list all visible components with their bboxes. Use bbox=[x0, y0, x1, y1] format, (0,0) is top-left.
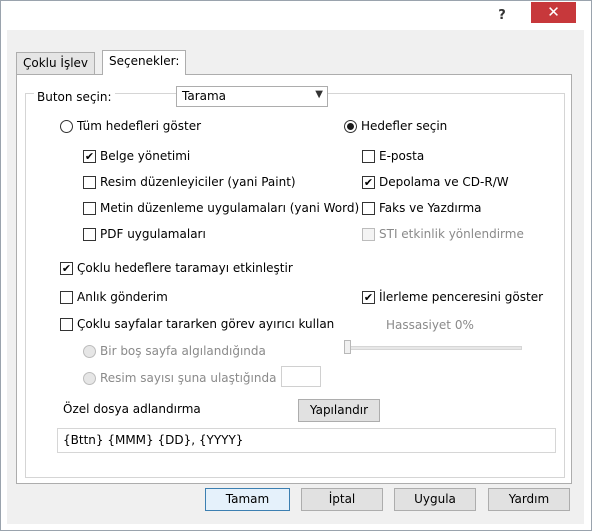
radio-all-targets[interactable] bbox=[60, 120, 73, 133]
image-editors-label: Resim düzenleyiciler (yani Paint) bbox=[100, 175, 296, 189]
radio-select-targets[interactable] bbox=[344, 120, 357, 133]
fax-print-label: Faks ve Yazdırma bbox=[379, 201, 482, 215]
pdf-apps-label: PDF uygulamaları bbox=[100, 227, 206, 241]
file-naming-label: Özel dosya adlandırma bbox=[63, 402, 201, 416]
checkbox-email[interactable] bbox=[362, 150, 375, 163]
document-management-label: Belge yönetimi bbox=[100, 149, 191, 163]
configure-button[interactable]: Yapılandır bbox=[298, 399, 380, 422]
button-select-label: Buton seçin: bbox=[34, 90, 115, 104]
help-title-button[interactable]: ? bbox=[485, 2, 519, 30]
sensitivity-slider-thumb[interactable] bbox=[344, 340, 351, 354]
close-button[interactable]: ✕ bbox=[531, 2, 576, 23]
radio-image-count[interactable] bbox=[83, 372, 96, 385]
sensitivity-slider[interactable] bbox=[346, 346, 522, 350]
file-naming-pattern[interactable]: {Bttn} {MMM} {DD}, {YYYY} bbox=[57, 428, 556, 453]
separator-label: Çoklu sayfalar tararken görev ayırıcı ku… bbox=[77, 317, 335, 331]
show-progress-label: İlerleme penceresini göster bbox=[379, 290, 544, 304]
close-icon: ✕ bbox=[547, 3, 560, 21]
multi-target-label: Çoklu hedeflere taramayı etkinleştir bbox=[77, 261, 293, 275]
checkbox-instant-send[interactable] bbox=[60, 291, 73, 304]
image-count-input[interactable] bbox=[281, 366, 321, 387]
blank-page-label: Bir boş sayfa algılandığında bbox=[100, 344, 266, 358]
sti-label: STI etkinlik yönlendirme bbox=[379, 227, 524, 241]
checkbox-pdf-apps[interactable] bbox=[83, 228, 96, 241]
button-select-value: Tarama bbox=[182, 89, 227, 103]
cancel-button[interactable]: İptal bbox=[301, 488, 383, 511]
checkbox-text-editors[interactable] bbox=[83, 202, 96, 215]
sensitivity-label: Hassasiyet 0% bbox=[386, 318, 474, 332]
radio-all-targets-label: Tüm hedefleri göster bbox=[77, 119, 202, 133]
chevron-down-icon: ▼ bbox=[315, 89, 323, 100]
apply-button[interactable]: Uygula bbox=[394, 488, 476, 511]
storage-label: Depolama ve CD-R/W bbox=[379, 175, 509, 189]
button-select-dropdown[interactable]: Tarama ▼ bbox=[176, 86, 328, 107]
title-bar: ? ✕ bbox=[1, 1, 591, 31]
email-label: E-posta bbox=[379, 149, 425, 163]
image-count-label: Resim sayısı şuna ulaştığında bbox=[100, 371, 277, 385]
options-panel bbox=[16, 74, 572, 484]
instant-send-label: Anlık gönderim bbox=[77, 290, 168, 304]
checkbox-separator[interactable] bbox=[60, 318, 73, 331]
checkbox-storage[interactable]: ✔ bbox=[362, 176, 375, 189]
text-editors-label: Metin düzenleme uygulamaları (yani Word) bbox=[100, 201, 360, 215]
tab-options[interactable]: Seçenekler: bbox=[102, 50, 187, 75]
checkbox-document-management[interactable]: ✔ bbox=[83, 150, 96, 163]
help-button[interactable]: Yardım bbox=[488, 488, 570, 511]
radio-select-targets-label: Hedefler seçin bbox=[361, 119, 448, 133]
checkbox-fax-print[interactable] bbox=[362, 202, 375, 215]
checkbox-multi-target[interactable]: ✔ bbox=[60, 262, 73, 275]
checkbox-sti[interactable] bbox=[362, 228, 375, 241]
checkbox-image-editors[interactable] bbox=[83, 176, 96, 189]
radio-blank-page[interactable] bbox=[83, 345, 96, 358]
checkbox-show-progress[interactable]: ✔ bbox=[362, 291, 375, 304]
ok-button[interactable]: Tamam bbox=[205, 488, 290, 511]
